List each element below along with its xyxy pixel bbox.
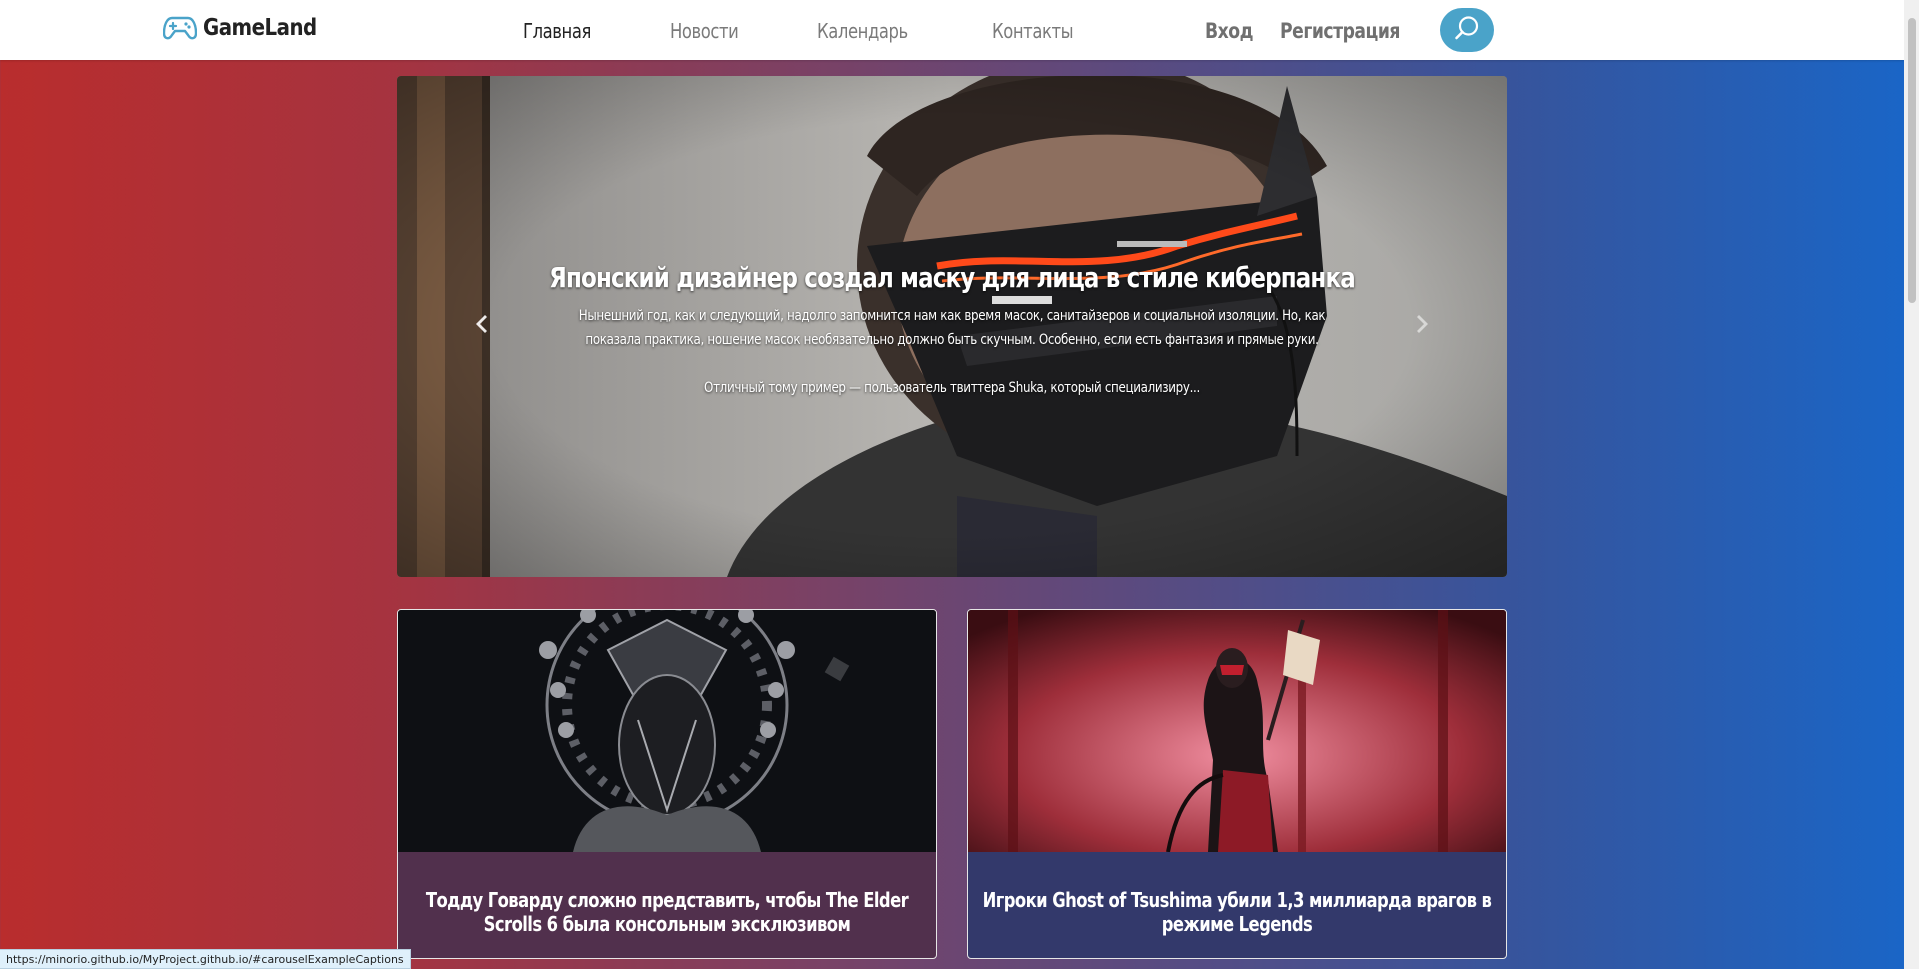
chevron-right-icon [1413, 313, 1433, 339]
nav-item-news-label: Новости [669, 19, 739, 43]
brand-home-link[interactable]: GameLand [163, 10, 335, 46]
nav-item-contacts-label: Контакты [992, 19, 1074, 43]
gamepad-icon [163, 15, 197, 41]
slide-paragraph: Отличный тому пример — пользователь твит… [704, 380, 1200, 396]
slide-text: Нынешний год, как и следующий, надолго з… [569, 304, 1335, 400]
status-bar-url: https://minorio.github.io/MyProject.gith… [0, 949, 411, 969]
chevron-left-icon [471, 313, 491, 339]
card-title-text: Тодду Говарду сложно представить, чтобы … [425, 888, 909, 936]
search-button[interactable] [1440, 8, 1494, 52]
nav-item-calendar[interactable]: Календарь [817, 19, 928, 43]
slide-paragraph: Нынешний год, как и следующий, надолго з… [578, 308, 1326, 348]
news-carousel[interactable]: Японский дизайнер создал маску для лица … [397, 76, 1507, 577]
auth-links: Вход Регистрация [1205, 15, 1426, 47]
page-scrollbar[interactable] [1904, 0, 1919, 969]
top-navbar: GameLand Главная Новости Календарь Конта… [0, 0, 1904, 60]
brand-name: GameLand [203, 15, 317, 41]
card-title: Игроки Ghost of Tsushima убили 1,3 милли… [978, 888, 1496, 936]
card-title: Тодду Говарду сложно представить, чтобы … [408, 888, 926, 936]
elder-scrolls-artwork [398, 610, 936, 852]
slide-title: Японский дизайнер создал маску для лица … [549, 261, 1356, 294]
nav-item-calendar-label: Календарь [817, 19, 909, 43]
register-link-label: Регистрация [1280, 19, 1400, 43]
main-nav: Главная Новости Календарь Контакты [523, 15, 1155, 47]
nav-item-contacts[interactable]: Контакты [992, 19, 1091, 43]
carousel-caption: Японский дизайнер создал маску для лица … [549, 261, 1356, 424]
news-card[interactable]: Игроки Ghost of Tsushima убили 1,3 милли… [967, 609, 1507, 959]
register-link[interactable]: Регистрация [1280, 19, 1426, 43]
scrollbar-thumb[interactable] [1908, 18, 1916, 303]
ghost-of-tsushima-artwork [968, 610, 1506, 852]
card-title-text: Игроки Ghost of Tsushima убили 1,3 милли… [982, 888, 1492, 936]
login-link-label: Вход [1205, 19, 1254, 43]
nav-item-home-label: Главная [523, 19, 591, 43]
nav-item-home[interactable]: Главная [523, 19, 606, 43]
carousel-prev-button[interactable] [461, 306, 501, 346]
carousel-next-button[interactable] [1403, 306, 1443, 346]
nav-item-news[interactable]: Новости [670, 19, 753, 43]
search-icon [1452, 13, 1482, 47]
news-card[interactable]: Тодду Говарду сложно представить, чтобы … [397, 609, 937, 959]
login-link[interactable]: Вход [1205, 19, 1280, 43]
